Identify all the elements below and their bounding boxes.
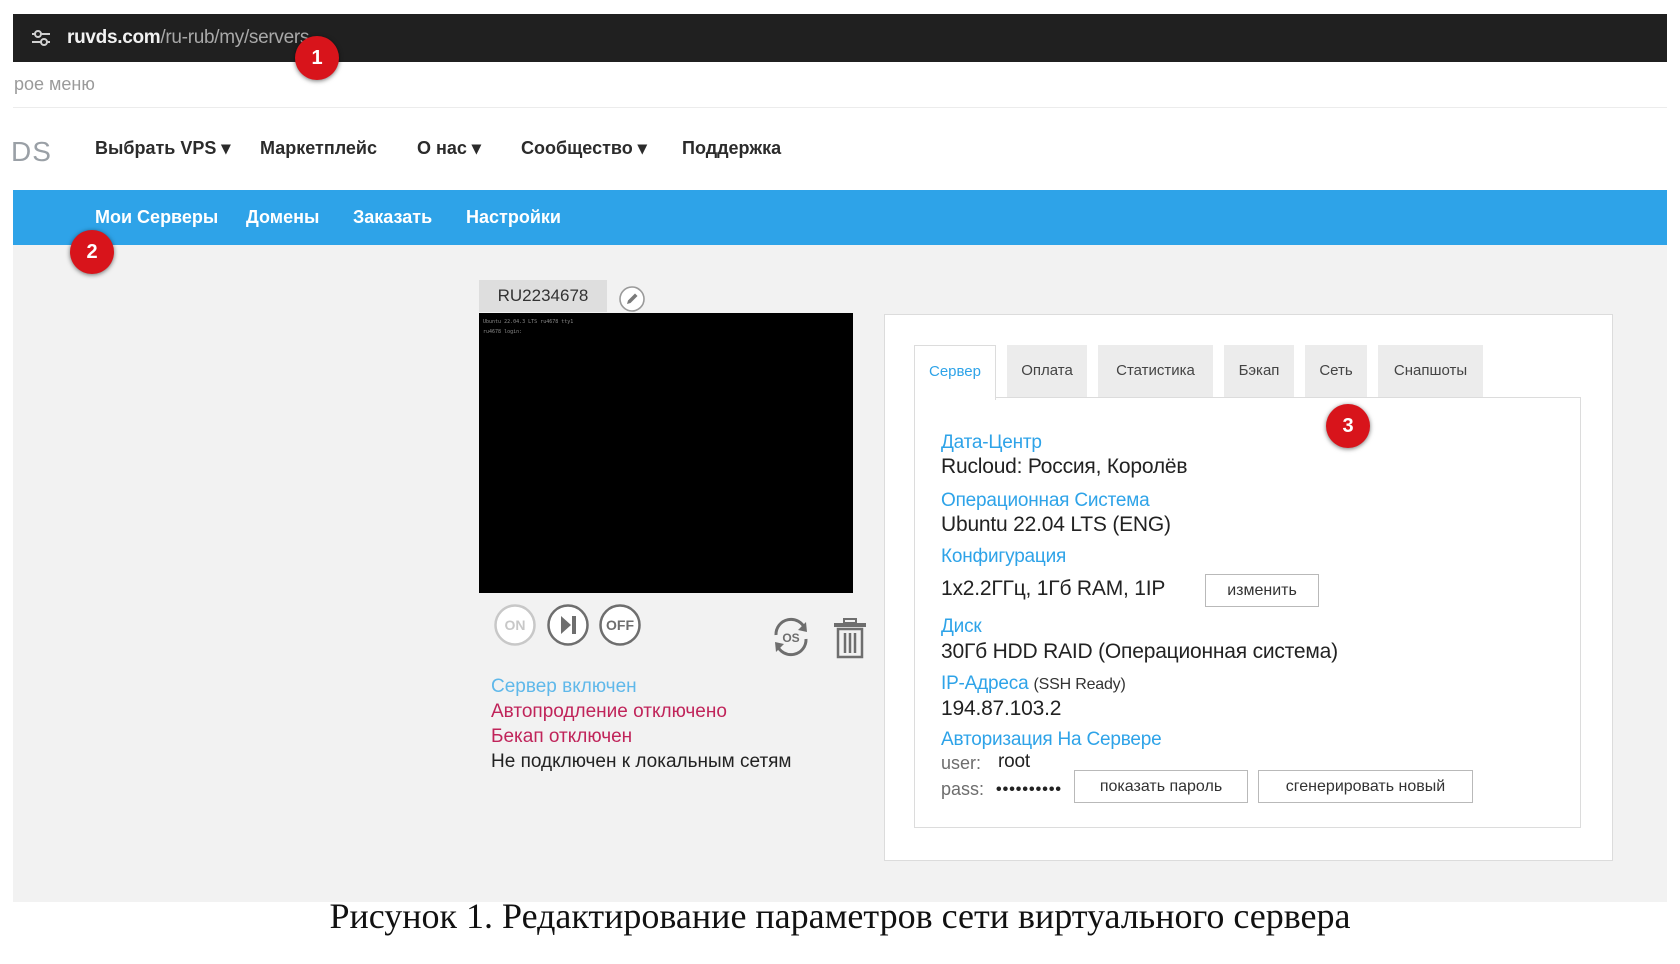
- server-id: RU2234678: [479, 280, 607, 312]
- trash-icon[interactable]: [832, 617, 868, 659]
- config-label: Конфигурация: [941, 546, 1067, 567]
- status-autorenew: Автопродление отключено: [491, 701, 727, 722]
- nav-item-support[interactable]: Поддержка: [682, 138, 781, 159]
- nav-item-marketplace[interactable]: Маркетплейс: [260, 138, 377, 159]
- status-powered: Сервер включен: [491, 676, 637, 697]
- logo[interactable]: DS: [13, 136, 52, 168]
- subnav-domains[interactable]: Домены: [246, 207, 319, 228]
- datacenter-label: Дата-Центр: [941, 432, 1042, 453]
- top-menu-strip: рое меню: [13, 62, 1667, 108]
- nav-item-choose-vps[interactable]: Выбрать VPS ▾: [95, 138, 230, 159]
- console-line: Ubuntu 22.04.3 LTS ru4678 tty1: [483, 319, 574, 325]
- nav-item-community[interactable]: Сообщество ▾: [521, 138, 647, 159]
- ip-value: 194.87.103.2: [941, 697, 1062, 720]
- change-config-button[interactable]: изменить: [1205, 574, 1319, 607]
- disk-value: 30Гб HDD RAID (Операционная система): [941, 640, 1338, 663]
- status-backup: Бекап отключен: [491, 726, 633, 747]
- figure-caption: Рисунок 1. Редактирование параметров сет…: [329, 896, 1351, 936]
- auth-label: Авторизация На Сервере: [941, 729, 1162, 750]
- power-on-label: ON: [505, 617, 526, 633]
- top-menu-text[interactable]: рое меню: [14, 74, 95, 95]
- url-domain: ruvds.com: [67, 27, 161, 48]
- user-value: root: [998, 751, 1030, 772]
- power-off-icon[interactable]: OFF: [598, 603, 642, 647]
- reinstall-os-icon[interactable]: OS: [766, 612, 816, 662]
- subnav-my-servers[interactable]: Мои Серверы: [95, 207, 218, 228]
- server-console[interactable]: Ubuntu 22.04.3 LTS ru4678 tty1 ru4678 lo…: [479, 313, 853, 593]
- console-line: ru4678 login:: [483, 329, 523, 335]
- ssh-ready-note: (SSH Ready): [1033, 676, 1126, 693]
- restart-icon[interactable]: [546, 603, 590, 647]
- marker-2: 2: [70, 230, 114, 274]
- account-nav: Мои Серверы Домены Заказать Настройки: [13, 190, 1667, 245]
- url-path: /ru-rub/my/servers: [160, 27, 310, 48]
- tune-icon[interactable]: [29, 26, 53, 50]
- disk-label: Диск: [941, 616, 982, 637]
- marker-3: 3: [1326, 404, 1370, 448]
- marker-1: 1: [295, 36, 339, 80]
- status-local-networks: Не подключен к локальным сетям: [491, 751, 792, 772]
- tab-network[interactable]: Сеть: [1305, 345, 1367, 398]
- tab-backup[interactable]: Бэкап: [1224, 345, 1294, 398]
- ip-label: IP-Адреса (SSH Ready): [941, 673, 1126, 695]
- datacenter-value: Rucloud: Россия, Королёв: [941, 455, 1188, 478]
- os-value: Ubuntu 22.04 LTS (ENG): [941, 513, 1171, 536]
- generate-password-button[interactable]: сгенерировать новый: [1258, 770, 1473, 803]
- subnav-order[interactable]: Заказать: [353, 207, 432, 228]
- tab-statistics[interactable]: Статистика: [1098, 345, 1213, 398]
- config-value: 1x2.2ГГц, 1Гб RAM, 1IP: [941, 577, 1166, 600]
- os-label: Операционная Система: [941, 490, 1150, 511]
- main-nav: DS Выбрать VPS ▾ Маркетплейс О нас ▾ Соо…: [13, 108, 1667, 190]
- password-mask: ••••••••••: [996, 781, 1063, 798]
- subnav-settings[interactable]: Настройки: [466, 207, 561, 228]
- ip-label-text: IP-Адреса: [941, 673, 1029, 694]
- tab-snapshots[interactable]: Снапшоты: [1378, 345, 1483, 398]
- power-on-icon[interactable]: ON: [493, 603, 537, 647]
- address-bar: ruvds.com/ru-rub/my/servers: [13, 14, 1667, 62]
- pass-label: pass:: [941, 779, 985, 799]
- reinstall-os-label: OS: [782, 631, 799, 645]
- show-password-button[interactable]: показать пароль: [1074, 770, 1248, 803]
- power-off-label: OFF: [606, 617, 634, 633]
- tab-payment[interactable]: Оплата: [1007, 345, 1087, 398]
- tab-server[interactable]: Сервер: [914, 345, 996, 400]
- nav-item-about[interactable]: О нас ▾: [417, 138, 481, 159]
- user-label: user:: [941, 753, 982, 773]
- edit-icon[interactable]: [618, 285, 646, 313]
- url-field[interactable]: ruvds.com/ru-rub/my/servers: [67, 26, 309, 50]
